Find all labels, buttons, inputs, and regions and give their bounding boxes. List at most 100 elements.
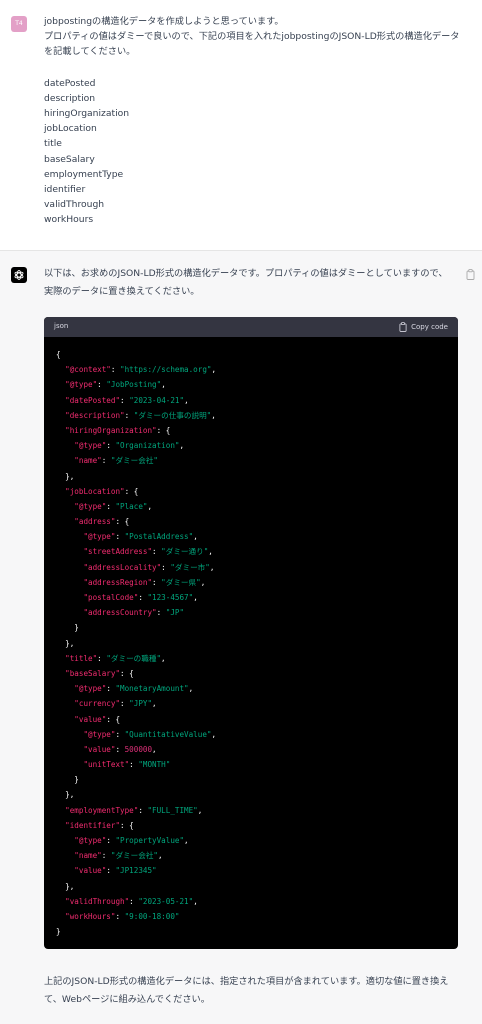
code-key: "value"	[74, 866, 107, 876]
clipboard-icon[interactable]	[466, 269, 475, 280]
code-punct: :	[115, 744, 125, 754]
code-line: "value": 500000,	[56, 742, 446, 757]
code-string: "Place"	[115, 501, 148, 511]
code-punct	[56, 654, 65, 663]
code-punct: ,	[211, 365, 217, 375]
code-punct	[56, 912, 65, 921]
code-punct	[56, 456, 74, 465]
code-string: "QuantitativeValue"	[124, 729, 212, 739]
code-punct: : {	[115, 517, 130, 527]
assistant-intro: 以下は、お求めのJSON-LD形式の構造化データです。プロパティの値はダミーとし…	[44, 268, 448, 297]
code-punct: : {	[124, 486, 139, 496]
code-punct: :	[161, 562, 171, 572]
code-punct: ,	[152, 744, 157, 754]
code-key: "@type"	[65, 380, 98, 390]
code-punct: :	[120, 395, 130, 405]
code-punct	[56, 806, 65, 815]
code-punct	[56, 593, 83, 602]
code-punct	[56, 715, 74, 724]
code-punct: ,	[193, 896, 198, 906]
field-item: validThrough	[44, 199, 105, 211]
code-line: "@type": "JobPosting",	[56, 377, 446, 392]
code-punct: }	[56, 775, 79, 785]
code-punct	[56, 745, 83, 754]
code-punct: ,	[184, 836, 189, 845]
code-line: },	[56, 636, 446, 651]
field-item: workHours	[44, 214, 94, 226]
user-avatar: T4	[11, 16, 27, 32]
assistant-message: 以下は、お求めのJSON-LD形式の構造化データです。プロパティの値はダミーとし…	[0, 251, 482, 1024]
code-string: "123-4567"	[147, 593, 194, 602]
code-key: "name"	[74, 456, 102, 466]
code-punct: ,	[179, 441, 185, 451]
code-punct: :	[97, 380, 107, 390]
code-key: "value"	[83, 744, 116, 754]
code-punct	[56, 851, 74, 860]
code-line: {	[56, 347, 446, 362]
code-punct: :	[120, 699, 130, 709]
code-line: },	[56, 469, 446, 484]
field-item: hiringOrganization	[44, 107, 130, 119]
field-item: baseSalary	[44, 153, 95, 165]
code-punct: :	[101, 456, 111, 466]
code-punct	[56, 760, 83, 769]
code-language: json	[54, 322, 69, 330]
code-key: "address"	[74, 517, 116, 527]
code-key: "baseSalary"	[65, 668, 121, 678]
code-punct: :	[156, 608, 166, 618]
code-key: "unitText"	[83, 760, 130, 770]
code-string: "ダミー会社"	[110, 456, 159, 466]
code-punct: }	[56, 623, 79, 633]
code-line: "currency": "JPY",	[56, 696, 446, 711]
code-key: "@type"	[74, 836, 107, 845]
assistant-outro: 上記のJSON-LD形式の構造化データには、指定された項目が含まれています。適切…	[44, 976, 449, 1005]
code-key: "hiringOrganization"	[65, 425, 157, 435]
code-line: "value": {	[56, 712, 446, 727]
code-punct	[56, 836, 74, 845]
code-punct	[56, 547, 83, 556]
code-line: "addressRegion": "ダミー県",	[56, 575, 446, 590]
code-key: "@type"	[83, 729, 116, 739]
code-key: "addressCountry"	[83, 608, 157, 618]
code-punct: :	[115, 911, 125, 921]
code-string: "Organization"	[115, 441, 180, 451]
code-punct: },	[56, 638, 75, 648]
code-punct: :	[152, 547, 162, 557]
code-key: "identifier"	[65, 820, 121, 830]
code-punct	[56, 730, 83, 739]
code-key: "postalCode"	[83, 593, 139, 602]
code-key: "streetAddress"	[83, 547, 153, 557]
code-line: "address": {	[56, 514, 446, 529]
code-line: "@context": "https://schema.org",	[56, 362, 446, 377]
code-line: "@type": "MonetaryAmount",	[56, 681, 446, 696]
code-line: "hiringOrganization": {	[56, 423, 446, 438]
code-line: }	[56, 924, 446, 939]
code-punct	[56, 608, 83, 617]
code-block: json Copy code { "@context": "https://sc…	[44, 317, 458, 949]
code-header: json Copy code	[44, 317, 458, 337]
code-string: "JP"	[165, 608, 185, 618]
code-punct: },	[56, 790, 75, 800]
code-punct	[56, 866, 74, 875]
code-line: "workHours": "9:00-18:00"	[56, 909, 446, 924]
code-line: "employmentType": "FULL_TIME",	[56, 803, 446, 818]
code-string: "ダミーの職種"	[106, 653, 162, 663]
code-key: "addressLocality"	[83, 562, 162, 572]
code-punct: :	[129, 896, 139, 906]
code-key: "@context"	[65, 365, 111, 375]
field-list: datePosted description hiringOrganizatio…	[44, 76, 464, 228]
code-string: "FULL_TIME"	[147, 805, 198, 815]
code-punct: ,	[188, 684, 194, 694]
code-key: "@type"	[83, 532, 116, 542]
code-key: "validThrough"	[65, 896, 130, 906]
code-punct: ,	[208, 547, 213, 557]
code-line: "addressLocality": "ダミー市",	[56, 560, 446, 575]
field-item: jobLocation	[44, 123, 97, 135]
code-punct: : {	[156, 425, 171, 435]
code-line: "description": "ダミーの仕事の説明",	[56, 408, 446, 423]
code-punct: : {	[120, 668, 134, 678]
code-key: "title"	[65, 653, 98, 663]
code-punct: ,	[209, 562, 215, 572]
code-punct	[56, 365, 65, 374]
copy-code-button[interactable]: Copy code	[399, 322, 448, 332]
